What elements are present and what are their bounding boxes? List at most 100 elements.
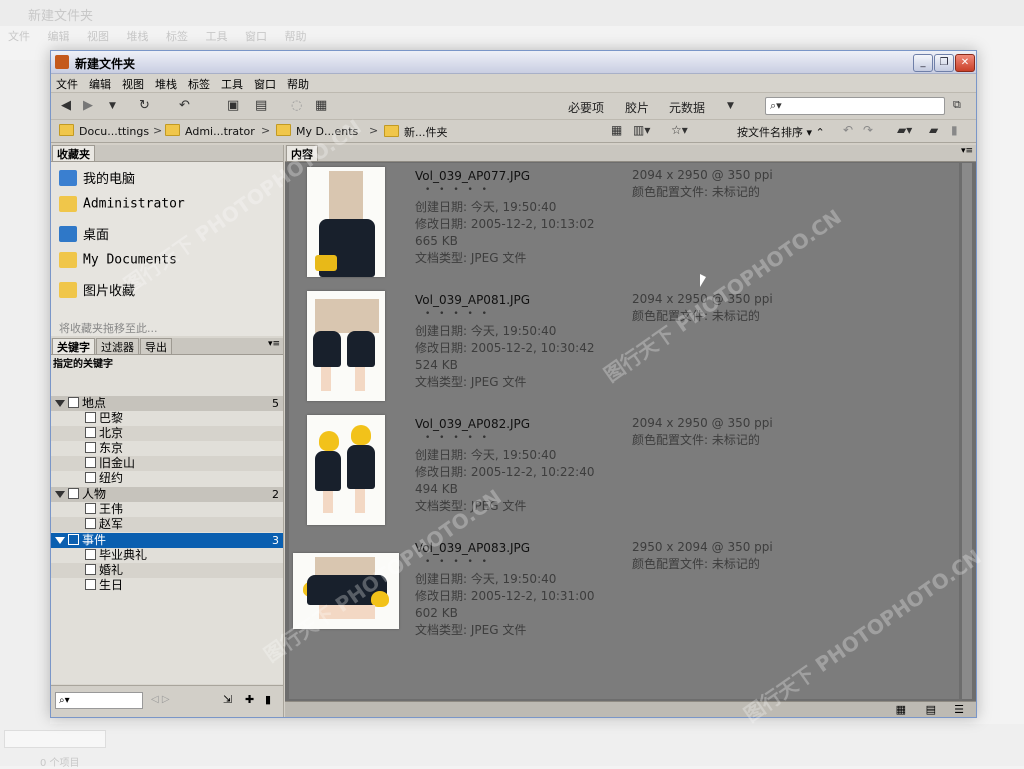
- file-item[interactable]: Vol_039_AP083.JPG • • • • • 创建日期: 今天, 19…: [289, 535, 959, 657]
- new-folder-icon[interactable]: ▰: [929, 123, 938, 137]
- file-thumbnail[interactable]: [307, 415, 385, 525]
- rotate-right-icon[interactable]: ↷: [863, 123, 873, 137]
- workspace-essentials[interactable]: 必要项: [568, 99, 604, 116]
- checkbox[interactable]: [85, 564, 96, 575]
- checkbox[interactable]: [85, 412, 96, 423]
- open-recent-icon[interactable]: ▰▾: [897, 123, 912, 137]
- favorite-my-pictures[interactable]: 图片收藏: [59, 280, 135, 302]
- workspace-dropdown-icon[interactable]: ▼: [727, 101, 734, 111]
- rotate-left-icon[interactable]: ↶: [843, 123, 853, 137]
- return-icon[interactable]: ↶: [179, 98, 190, 113]
- delete-keyword-icon[interactable]: ▮: [265, 693, 271, 706]
- file-item[interactable]: Vol_039_AP082.JPG • • • • • 创建日期: 今天, 19…: [289, 411, 959, 533]
- file-item[interactable]: Vol_039_AP077.JPG • • • • • 创建日期: 今天, 19…: [289, 163, 959, 285]
- favorite-my-computer[interactable]: 我的电脑: [59, 168, 135, 190]
- menu-window[interactable]: 窗口: [249, 74, 282, 92]
- tab-favorites[interactable]: 收藏夹: [52, 145, 95, 161]
- rating-filter-icon[interactable]: ☆▾: [671, 123, 688, 137]
- title-bar[interactable]: 新建文件夹 _ ❐ ✕: [51, 51, 976, 74]
- menu-label[interactable]: 标签: [183, 74, 216, 92]
- checkbox[interactable]: [85, 472, 96, 483]
- checkbox[interactable]: [85, 427, 96, 438]
- rating-stars[interactable]: • • • • •: [425, 433, 490, 443]
- checkbox[interactable]: [85, 442, 96, 453]
- keyword-item[interactable]: 北京: [51, 426, 283, 441]
- expand-triangle-icon[interactable]: [55, 537, 65, 544]
- menu-edit[interactable]: 编辑: [84, 74, 117, 92]
- new-sub-keyword-icon[interactable]: ⇲: [223, 693, 232, 706]
- compact-mode-icon[interactable]: ⧉: [953, 98, 961, 112]
- expand-triangle-icon[interactable]: [55, 491, 65, 498]
- keyword-item[interactable]: 纽约: [51, 471, 283, 486]
- checkbox[interactable]: [85, 549, 96, 560]
- rotate-icon[interactable]: ◌: [291, 98, 302, 113]
- favorite-administrator[interactable]: Administrator: [59, 196, 185, 218]
- panel-menu-icon[interactable]: ▾≡: [961, 146, 973, 156]
- keyword-item[interactable]: 婚礼: [51, 563, 283, 578]
- recent-folder-icon[interactable]: ↻: [139, 98, 150, 113]
- history-dropdown-icon[interactable]: ▼: [109, 101, 116, 111]
- keyword-item[interactable]: 生日: [51, 578, 283, 593]
- view-details-icon[interactable]: ▤: [926, 703, 936, 716]
- breadcrumb-item[interactable]: Docu...ttings: [59, 124, 149, 138]
- keyword-item[interactable]: 巴黎: [51, 411, 283, 426]
- view-grid-icon[interactable]: ▦: [896, 703, 906, 716]
- restore-button[interactable]: ❐: [934, 54, 954, 72]
- checkbox[interactable]: [68, 397, 79, 408]
- expand-triangle-icon[interactable]: [55, 400, 65, 407]
- rating-stars[interactable]: • • • • •: [425, 185, 490, 195]
- keyword-item[interactable]: 旧金山: [51, 456, 283, 471]
- checkbox[interactable]: [68, 534, 79, 545]
- rating-stars[interactable]: • • • • •: [425, 557, 490, 567]
- tab-filter[interactable]: 过滤器: [96, 338, 139, 354]
- checkbox[interactable]: [85, 518, 96, 529]
- checkbox[interactable]: [85, 457, 96, 468]
- thumbnail-quality-icon[interactable]: ▦: [611, 123, 622, 137]
- search-field[interactable]: ⌕▾: [765, 97, 945, 115]
- file-item[interactable]: Vol_039_AP081.JPG • • • • • 创建日期: 今天, 19…: [289, 287, 959, 409]
- tab-export[interactable]: 导出: [140, 338, 172, 354]
- tab-content[interactable]: 内容: [286, 145, 318, 161]
- breadcrumb-item[interactable]: 新...件夹: [384, 124, 448, 140]
- workspace-filmstrip[interactable]: 胶片: [625, 99, 649, 116]
- tab-keywords[interactable]: 关键字: [52, 338, 95, 354]
- menu-help[interactable]: 帮助: [282, 74, 315, 92]
- menu-file[interactable]: 文件: [51, 74, 84, 92]
- prev-next-icon[interactable]: ◁ ▷: [151, 694, 170, 705]
- file-thumbnail[interactable]: [293, 553, 399, 629]
- new-keyword-icon[interactable]: ✚: [245, 693, 254, 706]
- breadcrumb-item[interactable]: My D...ents: [276, 124, 358, 138]
- output-icon[interactable]: ▦: [315, 98, 327, 113]
- rating-stars[interactable]: • • • • •: [425, 309, 490, 319]
- back-arrow-icon[interactable]: ◀: [61, 98, 71, 113]
- favorite-my-documents[interactable]: My Documents: [59, 252, 177, 274]
- minimize-button[interactable]: _: [913, 54, 933, 72]
- content-scrollbar[interactable]: [962, 163, 972, 699]
- workspace-metadata[interactable]: 元数据: [669, 99, 705, 116]
- trash-icon[interactable]: ▮: [951, 123, 958, 137]
- keyword-item[interactable]: 王伟: [51, 502, 283, 517]
- file-thumbnail[interactable]: [307, 291, 385, 401]
- keyword-item[interactable]: 赵军: [51, 517, 283, 532]
- checkbox[interactable]: [85, 579, 96, 590]
- menu-stacks[interactable]: 堆栈: [150, 74, 183, 92]
- file-thumbnail[interactable]: [307, 167, 385, 277]
- camera-download-icon[interactable]: ▣: [227, 98, 239, 113]
- view-options-icon[interactable]: ▥▾: [633, 123, 650, 137]
- keyword-category-events[interactable]: 事件 3: [51, 533, 283, 548]
- menu-tools[interactable]: 工具: [216, 74, 249, 92]
- keyword-category-places[interactable]: 地点 5: [51, 396, 283, 411]
- keyword-search-input[interactable]: ⌕▾: [55, 692, 143, 709]
- sort-dropdown[interactable]: 按文件名排序 ▾ ⌃: [737, 124, 825, 140]
- panel-menu-icon[interactable]: ▾≡: [268, 339, 280, 349]
- breadcrumb-item[interactable]: Admi...trator: [165, 124, 255, 138]
- checkbox[interactable]: [68, 488, 79, 499]
- close-button[interactable]: ✕: [955, 54, 975, 72]
- keyword-item[interactable]: 毕业典礼: [51, 548, 283, 563]
- menu-view[interactable]: 视图: [117, 74, 150, 92]
- view-list-icon[interactable]: ☰: [954, 703, 964, 716]
- checkbox[interactable]: [85, 503, 96, 514]
- keyword-item[interactable]: 东京: [51, 441, 283, 456]
- keyword-category-people[interactable]: 人物 2: [51, 487, 283, 502]
- refine-icon[interactable]: ▤: [255, 98, 267, 113]
